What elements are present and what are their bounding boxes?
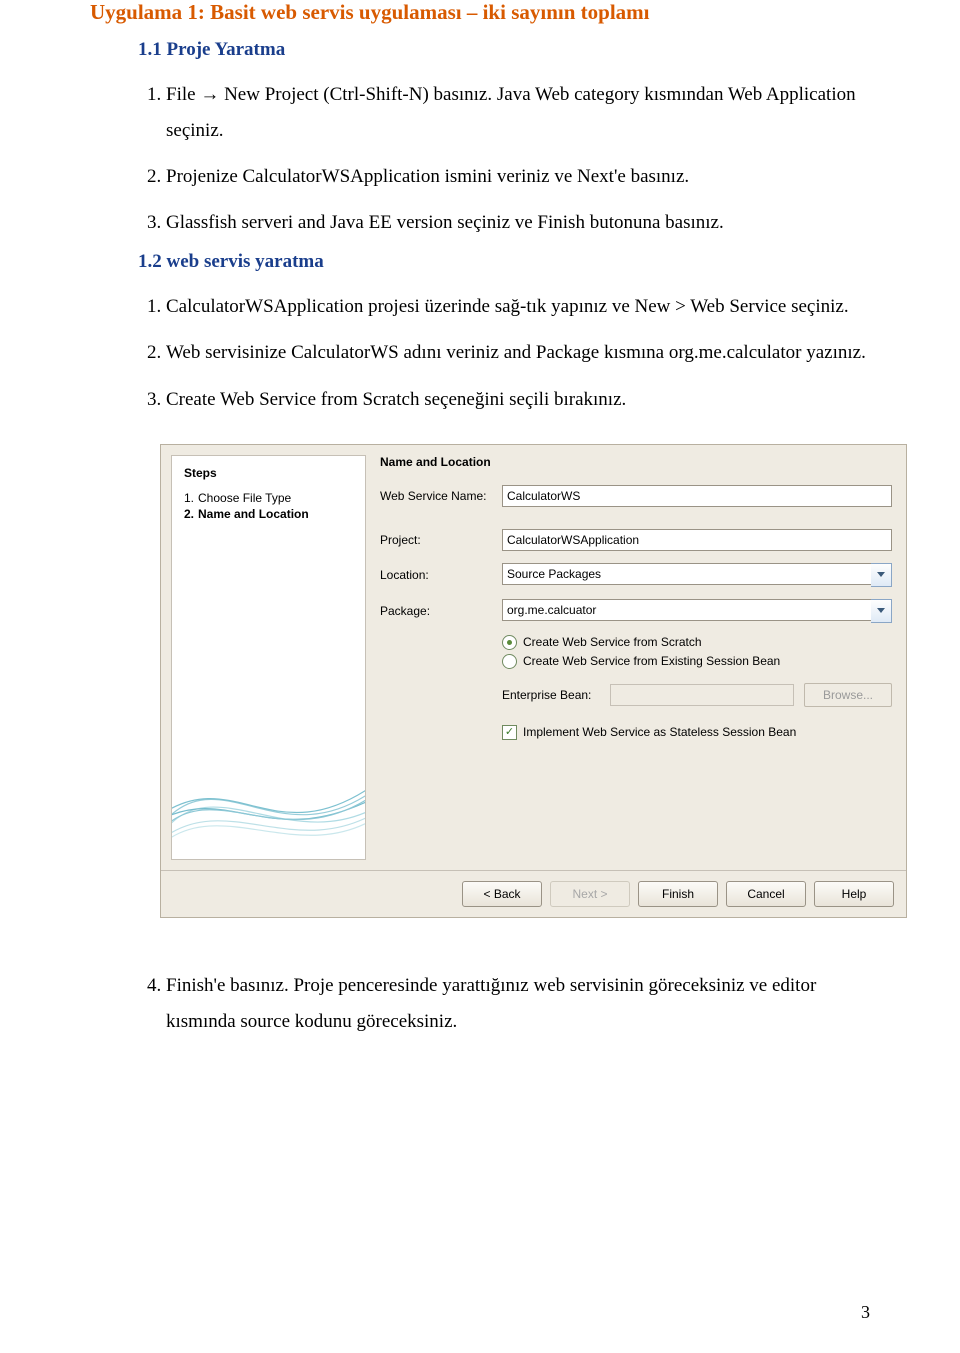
location-label: Location: — [380, 568, 502, 582]
step-label: Choose File Type — [198, 490, 313, 506]
radio-icon — [502, 635, 517, 650]
arrow-icon: → — [200, 84, 219, 105]
location-combo[interactable] — [502, 563, 871, 585]
project-label: Project: — [380, 533, 502, 547]
list-item: Projenize CalculatorWSApplication ismini… — [166, 159, 870, 195]
back-button[interactable]: < Back — [462, 881, 542, 907]
text: yazınız. — [801, 342, 865, 363]
wizard-form-panel: Name and Location Web Service Name: Proj… — [376, 445, 906, 870]
list-item: Finish'e basınız. Proje penceresinde yar… — [166, 968, 870, 1040]
text: Web servisinize CalculatorWS adını verin… — [166, 342, 669, 363]
decorative-waves — [171, 694, 366, 860]
radio-create-from-scratch[interactable]: Create Web Service from Scratch — [502, 635, 892, 650]
list-item: Create Web Service from Scratch seçeneği… — [166, 382, 870, 418]
text: org.me.calculator — [669, 342, 802, 363]
radio-label: Create Web Service from Scratch — [523, 635, 702, 649]
step-number: 1. — [184, 490, 198, 506]
web-service-name-input[interactable] — [502, 485, 892, 507]
new-web-service-wizard: Steps 1. Choose File Type 2. Name and Lo… — [160, 444, 907, 918]
chevron-down-icon[interactable] — [871, 599, 892, 623]
section-1-heading: 1.1 Proje Yaratma — [138, 39, 870, 61]
radio-create-from-existing[interactable]: Create Web Service from Existing Session… — [502, 654, 892, 669]
finish-button[interactable]: Finish — [638, 881, 718, 907]
page-number: 3 — [861, 1302, 870, 1323]
help-button[interactable]: Help — [814, 881, 894, 907]
step-row: 1. Choose File Type — [184, 490, 313, 506]
section-2-heading: 1.2 web servis yaratma — [138, 251, 870, 273]
list-item: Glassfish serveri and Java EE version se… — [166, 205, 870, 241]
steps-title: Steps — [184, 466, 353, 480]
step-label: Name and Location — [198, 506, 313, 522]
enterprise-bean-input — [610, 684, 794, 706]
project-create-list: File → New Project (Ctrl-Shift-N) basını… — [138, 77, 870, 241]
enterprise-bean-label: Enterprise Bean: — [502, 688, 600, 702]
package-combo[interactable] — [502, 599, 871, 621]
web-service-name-label: Web Service Name: — [380, 489, 502, 503]
list-item: Web servisinize CalculatorWS adını verin… — [166, 335, 870, 371]
wizard-button-bar: < Back Next > Finish Cancel Help — [161, 870, 906, 917]
text: New Project (Ctrl-Shift-N) basınız. Java… — [166, 84, 856, 141]
text: File — [166, 84, 200, 105]
implement-stateless-checkbox[interactable]: ✓ Implement Web Service as Stateless Ses… — [502, 725, 892, 740]
form-title: Name and Location — [380, 455, 892, 469]
wizard-steps-panel: Steps 1. Choose File Type 2. Name and Lo… — [171, 455, 366, 860]
next-button: Next > — [550, 881, 630, 907]
step-row: 2. Name and Location — [184, 506, 313, 522]
list-item: CalculatorWSApplication projesi üzerinde… — [166, 289, 870, 325]
checkbox-icon: ✓ — [502, 725, 517, 740]
project-input[interactable] — [502, 529, 892, 551]
web-service-create-list: CalculatorWSApplication projesi üzerinde… — [138, 289, 870, 417]
checkbox-label: Implement Web Service as Stateless Sessi… — [523, 725, 796, 739]
step-number: 2. — [184, 506, 198, 522]
post-wizard-list: Finish'e basınız. Proje penceresinde yar… — [138, 968, 870, 1040]
package-label: Package: — [380, 604, 502, 618]
browse-button: Browse... — [804, 683, 892, 707]
chevron-down-icon[interactable] — [871, 563, 892, 587]
cancel-button[interactable]: Cancel — [726, 881, 806, 907]
radio-icon — [502, 654, 517, 669]
radio-label: Create Web Service from Existing Session… — [523, 654, 780, 668]
list-item: File → New Project (Ctrl-Shift-N) basını… — [166, 77, 870, 149]
doc-title: Uygulama 1: Basit web servis uygulaması … — [90, 0, 870, 25]
